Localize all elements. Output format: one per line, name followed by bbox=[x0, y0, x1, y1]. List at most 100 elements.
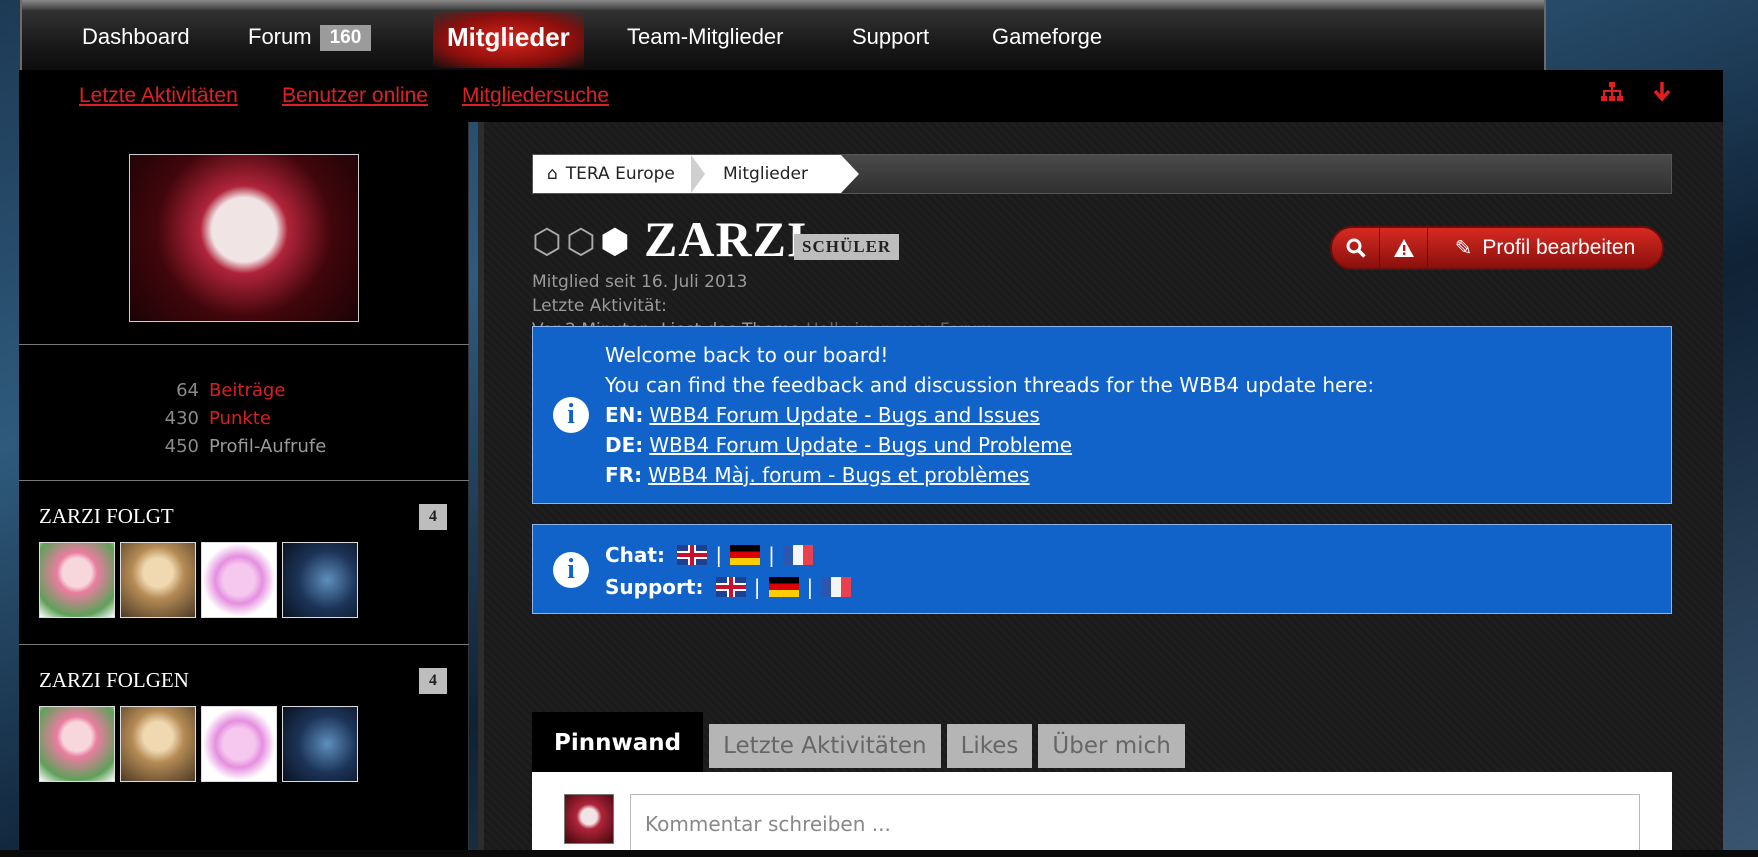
following-title: ZARZI FOLGT bbox=[39, 504, 174, 528]
comment-input[interactable] bbox=[630, 794, 1640, 854]
chat-support-notice: i Chat: | | Support: | | bbox=[532, 524, 1672, 614]
sitemap-icon[interactable] bbox=[1601, 82, 1623, 107]
member-since: Mitglied seit 16. Juli 2013 bbox=[532, 272, 748, 292]
hexagon-filled-icon: ⬢ bbox=[600, 222, 630, 262]
subnav-letzte-aktivitaeten[interactable]: Letzte Aktivitäten bbox=[79, 84, 238, 108]
nav-forum-label: Forum bbox=[248, 24, 312, 49]
stat-value: 430 bbox=[164, 408, 199, 429]
info-icon: i bbox=[553, 552, 589, 588]
stat-label: Beiträge bbox=[209, 380, 286, 401]
nav-gameforge[interactable]: Gameforge bbox=[992, 24, 1102, 50]
hexagon-outline-icon: ⬡ bbox=[566, 222, 596, 262]
breadcrumb: Mitglieder ⌂ TERA Europe bbox=[532, 154, 1672, 194]
search-icon bbox=[1346, 238, 1366, 258]
notice-link-row: DE: WBB4 Forum Update - Bugs und Probleme bbox=[605, 433, 1072, 457]
edit-profile-button[interactable]: ✎ Profil bearbeiten bbox=[1428, 228, 1662, 268]
stat-punkte[interactable]: 430 Punkte bbox=[139, 408, 271, 429]
home-icon: ⌂ bbox=[547, 164, 558, 184]
divider bbox=[19, 344, 469, 345]
main-content: Mitglieder ⌂ TERA Europe ⬡ ⬡ ⬢ ZARZI SCHÜ… bbox=[478, 122, 1723, 857]
sub-navigation: Letzte Aktivitäten Benutzer online Mitgl… bbox=[19, 70, 1723, 122]
rank-badge: SCHÜLER bbox=[794, 234, 900, 260]
breadcrumb-home[interactable]: ⌂ TERA Europe bbox=[533, 155, 705, 193]
divider bbox=[19, 480, 469, 481]
comment-panel bbox=[532, 772, 1672, 857]
notice-link-row: FR: WBB4 Màj. forum - Bugs et problèmes bbox=[605, 463, 1030, 487]
following-avatar[interactable] bbox=[282, 542, 358, 618]
de-flag-icon[interactable] bbox=[768, 577, 799, 597]
user-avatar[interactable] bbox=[129, 154, 359, 322]
profile-username: ZARZI bbox=[644, 211, 808, 267]
notice-line: Welcome back to our board! bbox=[605, 343, 889, 367]
tab-ueber-mich[interactable]: Über mich bbox=[1038, 724, 1185, 768]
chat-label: Chat: bbox=[605, 543, 665, 567]
info-icon: i bbox=[553, 397, 589, 433]
following-avatar[interactable] bbox=[201, 542, 277, 618]
report-button[interactable] bbox=[1380, 228, 1428, 268]
stat-profil-aufrufe: 450 Profil-Aufrufe bbox=[139, 436, 327, 457]
followers-count-badge: 4 bbox=[419, 668, 447, 694]
following-count-badge: 4 bbox=[419, 504, 447, 530]
fr-flag-icon[interactable] bbox=[782, 545, 813, 565]
update-notice: i Welcome back to our board! You can fin… bbox=[532, 326, 1672, 504]
lang-label: FR: bbox=[605, 463, 643, 487]
follower-avatar[interactable] bbox=[282, 706, 358, 782]
follower-avatar[interactable] bbox=[39, 706, 115, 782]
last-activity-label: Letzte Aktivität: bbox=[532, 296, 667, 316]
comment-avatar bbox=[564, 794, 614, 844]
nav-team-mitglieder[interactable]: Team-Mitglieder bbox=[627, 24, 784, 50]
profile-sidebar: 64 Beiträge 430 Punkte 450 Profil-Aufrufe Z… bbox=[19, 122, 469, 857]
uk-flag-icon[interactable] bbox=[715, 577, 746, 597]
separator: | bbox=[715, 543, 723, 567]
lang-label: DE: bbox=[605, 433, 644, 457]
stat-value: 64 bbox=[176, 380, 199, 401]
uk-flag-icon[interactable] bbox=[677, 545, 708, 565]
lang-label: EN: bbox=[605, 403, 644, 427]
de-flag-icon[interactable] bbox=[730, 545, 761, 565]
support-row: Support: | | bbox=[605, 575, 852, 599]
hexagon-outline-icon: ⬡ bbox=[532, 222, 562, 262]
main-navigation: Dashboard Forum 160 Mitglieder Team-Mitgl… bbox=[20, 0, 1546, 74]
followers-title: ZARZI FOLGEN bbox=[39, 668, 189, 692]
tab-pinnwand[interactable]: Pinnwand bbox=[532, 712, 704, 774]
forum-count-badge: 160 bbox=[319, 25, 372, 51]
chat-row: Chat: | | bbox=[605, 543, 813, 567]
separator: | bbox=[768, 543, 775, 567]
separator: | bbox=[753, 575, 761, 599]
notice-link-fr[interactable]: WBB4 Màj. forum - Bugs et problèmes bbox=[648, 463, 1030, 487]
breadcrumb-home-label: TERA Europe bbox=[565, 164, 675, 184]
stat-beitraege[interactable]: 64 Beiträge bbox=[139, 380, 285, 401]
separator: | bbox=[806, 575, 814, 599]
subnav-benutzer-online[interactable]: Benutzer online bbox=[282, 84, 428, 108]
notice-link-de[interactable]: WBB4 Forum Update - Bugs und Probleme bbox=[649, 433, 1072, 457]
follower-avatar[interactable] bbox=[201, 706, 277, 782]
following-list bbox=[39, 542, 358, 618]
subnav-mitgliedersuche[interactable]: Mitgliedersuche bbox=[462, 84, 609, 108]
notice-line: You can find the feedback and discussion… bbox=[605, 373, 1375, 397]
tab-likes[interactable]: Likes bbox=[946, 724, 1033, 768]
breadcrumb-mitglieder[interactable]: Mitglieder bbox=[693, 155, 859, 193]
bottom-scroll-strip bbox=[0, 850, 1758, 857]
tab-letzte-aktivitaeten[interactable]: Letzte Aktivitäten bbox=[709, 724, 941, 768]
follower-avatar[interactable] bbox=[120, 706, 196, 782]
profile-actions: ✎ Profil bearbeiten bbox=[1330, 226, 1664, 270]
edit-profile-label: Profil bearbeiten bbox=[1482, 236, 1636, 259]
divider bbox=[19, 644, 469, 645]
nav-mitglieder[interactable]: Mitglieder bbox=[433, 12, 584, 68]
fr-flag-icon[interactable] bbox=[821, 577, 852, 597]
support-label: Support: bbox=[605, 575, 704, 599]
pencil-icon: ✎ bbox=[1454, 236, 1473, 260]
followers-list bbox=[39, 706, 358, 782]
stat-label: Punkte bbox=[209, 408, 271, 429]
following-avatar[interactable] bbox=[39, 542, 115, 618]
nav-forum[interactable]: Forum 160 bbox=[248, 24, 372, 51]
nav-support[interactable]: Support bbox=[852, 24, 929, 50]
nav-dashboard[interactable]: Dashboard bbox=[82, 24, 190, 50]
arrow-down-icon[interactable] bbox=[1653, 82, 1671, 107]
stat-label: Profil-Aufrufe bbox=[209, 436, 327, 457]
stat-value: 450 bbox=[164, 436, 199, 457]
notice-link-en[interactable]: WBB4 Forum Update - Bugs and Issues bbox=[649, 403, 1039, 427]
profile-tabs: Pinnwand Letzte Aktivitäten Likes Über m… bbox=[532, 712, 1185, 774]
following-avatar[interactable] bbox=[120, 542, 196, 618]
search-button[interactable] bbox=[1332, 228, 1380, 268]
